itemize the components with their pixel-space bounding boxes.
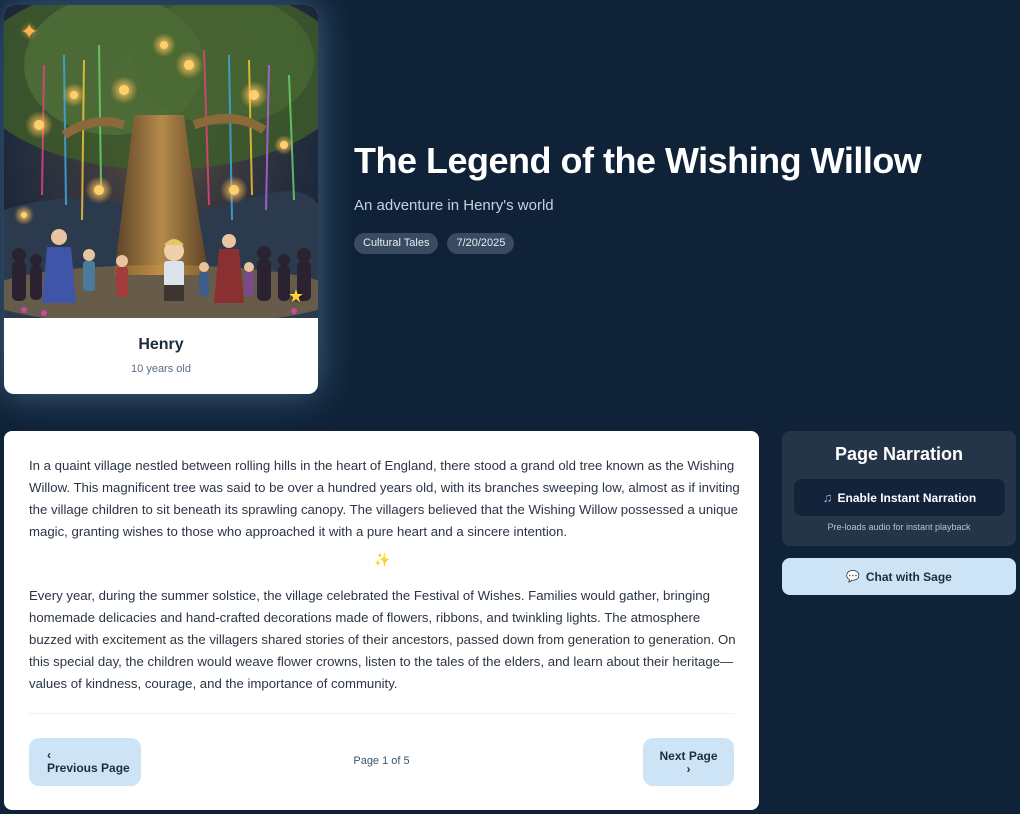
enable-narration-button[interactable]: ♫ Enable Instant Narration xyxy=(794,479,1005,516)
date-tag: 7/20/2025 xyxy=(447,233,515,254)
sparkles-icon: ✨ xyxy=(374,552,391,567)
character-name: Henry xyxy=(138,336,184,353)
star-icon: ★ xyxy=(287,286,304,306)
enable-narration-label: Enable Instant Narration xyxy=(837,490,977,505)
story-paragraph: Every year, during the summer solstice, … xyxy=(29,588,736,691)
story-illustration: ✦ ★ xyxy=(4,5,318,318)
page-narration-panel: Page Narration ♫ Enable Instant Narratio… xyxy=(782,431,1016,546)
story-tags: Cultural Tales 7/20/2025 xyxy=(354,233,515,254)
character-card: ✦ ★ Henry 10 years old xyxy=(4,5,318,394)
music-note-icon: ♫ xyxy=(822,490,833,505)
narration-note: Pre-loads audio for instant playback xyxy=(827,522,971,532)
story-subtitle: An adventure in Henry's world xyxy=(354,197,554,214)
chevron-right-icon: › xyxy=(686,762,691,776)
sparkle-icon: ✦ xyxy=(20,19,39,44)
story-page-panel: In a quaint village nestled between roll… xyxy=(4,431,759,810)
character-age: 10 years old xyxy=(131,363,191,375)
story-paragraph: In a quaint village nestled between roll… xyxy=(29,458,740,539)
genre-tag: Cultural Tales xyxy=(354,233,439,254)
next-page-button[interactable]: Next Page › xyxy=(643,738,734,786)
chat-bubble-icon: 💬 xyxy=(846,571,860,583)
story-title: The Legend of the Wishing Willow xyxy=(354,140,922,181)
chat-with-sage-button[interactable]: 💬 Chat with Sage xyxy=(782,558,1016,595)
story-illustration-art xyxy=(4,5,318,318)
narration-title: Page Narration xyxy=(834,444,964,464)
next-page-label: Next Page xyxy=(659,749,718,763)
chat-with-sage-label: Chat with Sage xyxy=(865,569,952,584)
divider xyxy=(29,713,734,714)
